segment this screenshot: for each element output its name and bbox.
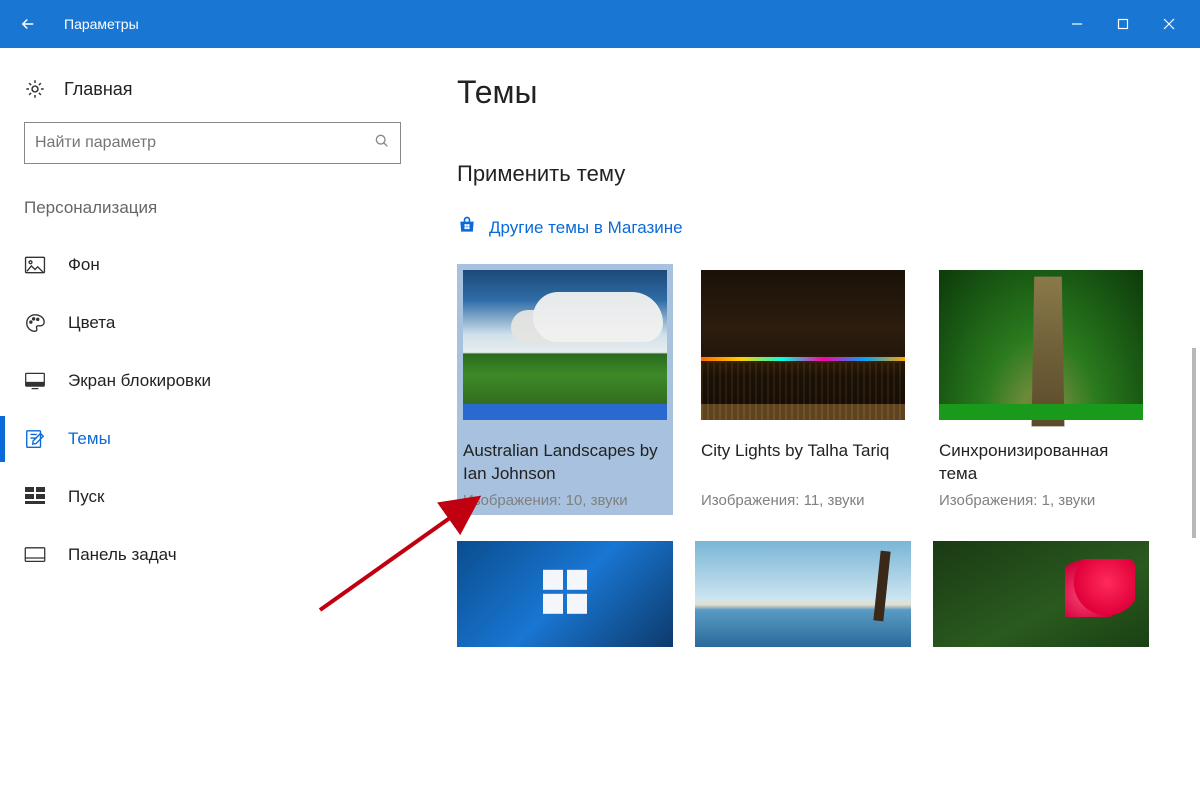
sidebar-item-lockscreen[interactable]: Экран блокировки [0,352,425,410]
store-link[interactable]: Другие темы в Магазине [457,215,1200,240]
theme-grid-row2 [457,541,1200,647]
theme-thumbnail [695,541,911,647]
window-title: Параметры [64,16,1054,32]
scrollbar-thumb[interactable] [1192,348,1196,538]
theme-thumbnail [939,270,1143,420]
start-icon [24,486,46,508]
lockscreen-icon [24,370,46,392]
close-button[interactable] [1146,0,1192,48]
maximize-button[interactable] [1100,0,1146,48]
sidebar-group-label: Персонализация [0,198,425,218]
sidebar-item-label: Темы [68,429,111,449]
theme-meta: Изображения: 11, звуки [701,492,905,509]
gear-icon [24,78,46,100]
themes-icon [24,428,46,450]
minimize-icon [1071,18,1083,30]
section-title: Применить тему [457,161,1200,187]
theme-card[interactable]: City Lights by Talha Tariq Изображения: … [695,264,911,515]
search-box[interactable] [24,122,401,164]
sidebar-item-start[interactable]: Пуск [0,468,425,526]
maximize-icon [1117,18,1129,30]
sidebar-item-themes[interactable]: Темы [0,410,425,468]
search-icon [374,133,390,154]
sidebar-item-label: Пуск [68,487,104,507]
theme-name: City Lights by Talha Tariq [701,440,905,486]
sidebar-item-background[interactable]: Фон [0,236,425,294]
page-title: Темы [457,74,1200,111]
picture-icon [24,254,46,276]
theme-thumbnail [701,270,905,420]
sidebar-item-label: Цвета [68,313,115,333]
sidebar-item-colors[interactable]: Цвета [0,294,425,352]
theme-card-partial[interactable] [695,541,911,647]
palette-icon [24,312,46,334]
theme-thumbnail [457,541,673,647]
theme-thumbnail [463,270,667,420]
sidebar-item-label: Экран блокировки [68,371,211,391]
arrow-left-icon [19,15,37,33]
sidebar-item-label: Панель задач [68,545,177,565]
theme-grid: Australian Landscapes by Ian Johnson Изо… [457,264,1200,515]
back-button[interactable] [8,0,48,48]
theme-card-partial[interactable] [457,541,673,647]
sidebar-item-label: Фон [68,255,100,275]
sidebar: Главная Персонализация Фон Цвета Экран б… [0,48,425,805]
taskbar-icon [24,544,46,566]
theme-meta: Изображения: 10, звуки [463,492,667,509]
titlebar: Параметры [0,0,1200,48]
minimize-button[interactable] [1054,0,1100,48]
theme-card-partial[interactable] [933,541,1149,647]
main-content: Темы Применить тему Другие темы в Магази… [425,48,1200,805]
home-link[interactable]: Главная [0,78,425,122]
store-link-label: Другие темы в Магазине [489,218,683,238]
theme-card[interactable]: Синхронизированная тема Изображения: 1, … [933,264,1149,515]
home-label: Главная [64,79,133,100]
sidebar-item-taskbar[interactable]: Панель задач [0,526,425,584]
close-icon [1163,18,1175,30]
theme-name: Australian Landscapes by Ian Johnson [463,440,667,486]
store-icon [457,215,477,240]
theme-thumbnail [933,541,1149,647]
search-input[interactable] [35,134,374,152]
window-controls [1054,0,1192,48]
theme-card[interactable]: Australian Landscapes by Ian Johnson Изо… [457,264,673,515]
theme-name: Синхронизированная тема [939,440,1143,486]
theme-meta: Изображения: 1, звуки [939,492,1143,509]
